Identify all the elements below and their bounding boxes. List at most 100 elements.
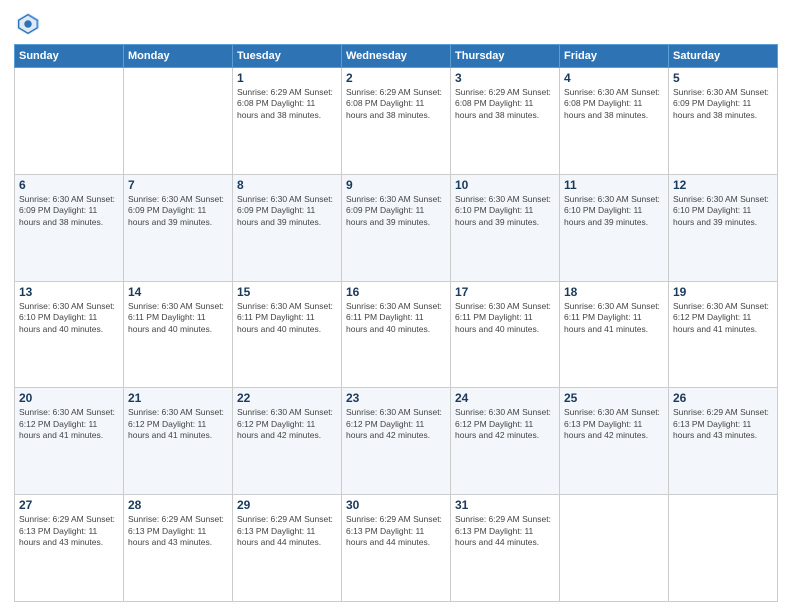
day-number: 18 bbox=[564, 285, 664, 299]
calendar: SundayMondayTuesdayWednesdayThursdayFrid… bbox=[14, 44, 778, 602]
calendar-cell: 18Sunrise: 6:30 AM Sunset: 6:11 PM Dayli… bbox=[560, 281, 669, 388]
day-detail: Sunrise: 6:30 AM Sunset: 6:10 PM Dayligh… bbox=[19, 301, 119, 335]
calendar-cell: 1 Sunrise: 6:29 AM Sunset: 6:08 PM Daylig… bbox=[233, 68, 342, 175]
day-detail: Sunrise: 6:30 AM Sunset: 6:12 PM Dayligh… bbox=[237, 407, 337, 441]
calendar-cell: 27 Sunrise: 6:29 AM Sunset: 6:13 PM Dayli… bbox=[15, 495, 124, 602]
day-number: 8 bbox=[237, 178, 337, 192]
calendar-cell: 14 Sunrise: 6:30 AM Sunset: 6:11 PM Dayli… bbox=[124, 281, 233, 388]
day-number: 12 bbox=[673, 178, 773, 192]
calendar-week-row: 6 Sunrise: 6:30 AM Sunset: 6:09 PM Daylig… bbox=[15, 174, 778, 281]
day-detail: Sunrise: 6:30 AM Sunset: 6:09 PM Dayligh… bbox=[237, 194, 337, 228]
day-number: 25 bbox=[564, 391, 664, 405]
calendar-cell: 28 Sunrise: 6:29 AM Sunset: 6:13 PM Dayli… bbox=[124, 495, 233, 602]
logo bbox=[14, 10, 46, 38]
day-number: 20 bbox=[19, 391, 119, 405]
day-detail: Sunrise: 6:30 AM Sunset: 6:10 PM Dayligh… bbox=[564, 194, 664, 228]
calendar-cell: 19Sunrise: 6:30 AM Sunset: 6:12 PM Dayli… bbox=[669, 281, 778, 388]
day-number: 31 bbox=[455, 498, 555, 512]
day-detail: Sunrise: 6:30 AM Sunset: 6:11 PM Dayligh… bbox=[346, 301, 446, 335]
calendar-cell: 24 Sunrise: 6:30 AM Sunset: 6:12 PM Dayli… bbox=[451, 388, 560, 495]
day-number: 23 bbox=[346, 391, 446, 405]
header bbox=[14, 10, 778, 38]
calendar-cell: 12 Sunrise: 6:30 AM Sunset: 6:10 PM Dayli… bbox=[669, 174, 778, 281]
day-detail: Sunrise: 6:30 AM Sunset: 6:08 PM Dayligh… bbox=[564, 87, 664, 121]
calendar-week-row: 27 Sunrise: 6:29 AM Sunset: 6:13 PM Dayli… bbox=[15, 495, 778, 602]
day-detail: Sunrise: 6:29 AM Sunset: 6:13 PM Dayligh… bbox=[455, 514, 555, 548]
calendar-cell bbox=[560, 495, 669, 602]
day-number: 16 bbox=[346, 285, 446, 299]
weekday-header: Friday bbox=[560, 45, 669, 68]
day-number: 26 bbox=[673, 391, 773, 405]
day-detail: Sunrise: 6:30 AM Sunset: 6:10 PM Dayligh… bbox=[673, 194, 773, 228]
weekday-header: Thursday bbox=[451, 45, 560, 68]
day-number: 27 bbox=[19, 498, 119, 512]
calendar-cell bbox=[669, 495, 778, 602]
day-detail: Sunrise: 6:29 AM Sunset: 6:08 PM Dayligh… bbox=[346, 87, 446, 121]
calendar-cell: 5 Sunrise: 6:30 AM Sunset: 6:09 PM Daylig… bbox=[669, 68, 778, 175]
page: SundayMondayTuesdayWednesdayThursdayFrid… bbox=[0, 0, 792, 612]
day-number: 14 bbox=[128, 285, 228, 299]
calendar-cell: 31 Sunrise: 6:29 AM Sunset: 6:13 PM Dayli… bbox=[451, 495, 560, 602]
day-detail: Sunrise: 6:30 AM Sunset: 6:09 PM Dayligh… bbox=[19, 194, 119, 228]
day-detail: Sunrise: 6:30 AM Sunset: 6:09 PM Dayligh… bbox=[673, 87, 773, 121]
day-number: 22 bbox=[237, 391, 337, 405]
day-number: 1 bbox=[237, 71, 337, 85]
day-detail: Sunrise: 6:29 AM Sunset: 6:13 PM Dayligh… bbox=[19, 514, 119, 548]
calendar-cell: 25 Sunrise: 6:30 AM Sunset: 6:13 PM Dayli… bbox=[560, 388, 669, 495]
day-number: 4 bbox=[564, 71, 664, 85]
calendar-cell: 15 Sunrise: 6:30 AM Sunset: 6:11 PM Dayli… bbox=[233, 281, 342, 388]
day-number: 17 bbox=[455, 285, 555, 299]
calendar-cell: 4 Sunrise: 6:30 AM Sunset: 6:08 PM Daylig… bbox=[560, 68, 669, 175]
calendar-cell: 13Sunrise: 6:30 AM Sunset: 6:10 PM Dayli… bbox=[15, 281, 124, 388]
day-number: 28 bbox=[128, 498, 228, 512]
calendar-week-row: 13Sunrise: 6:30 AM Sunset: 6:10 PM Dayli… bbox=[15, 281, 778, 388]
day-detail: Sunrise: 6:30 AM Sunset: 6:11 PM Dayligh… bbox=[128, 301, 228, 335]
day-detail: Sunrise: 6:29 AM Sunset: 6:08 PM Dayligh… bbox=[237, 87, 337, 121]
calendar-cell bbox=[124, 68, 233, 175]
day-detail: Sunrise: 6:29 AM Sunset: 6:08 PM Dayligh… bbox=[455, 87, 555, 121]
calendar-cell: 17 Sunrise: 6:30 AM Sunset: 6:11 PM Dayli… bbox=[451, 281, 560, 388]
day-detail: Sunrise: 6:30 AM Sunset: 6:13 PM Dayligh… bbox=[564, 407, 664, 441]
calendar-cell: 2 Sunrise: 6:29 AM Sunset: 6:08 PM Daylig… bbox=[342, 68, 451, 175]
calendar-cell: 21Sunrise: 6:30 AM Sunset: 6:12 PM Dayli… bbox=[124, 388, 233, 495]
day-number: 24 bbox=[455, 391, 555, 405]
weekday-header: Wednesday bbox=[342, 45, 451, 68]
day-number: 15 bbox=[237, 285, 337, 299]
day-detail: Sunrise: 6:30 AM Sunset: 6:09 PM Dayligh… bbox=[346, 194, 446, 228]
calendar-cell: 9 Sunrise: 6:30 AM Sunset: 6:09 PM Daylig… bbox=[342, 174, 451, 281]
calendar-cell: 6 Sunrise: 6:30 AM Sunset: 6:09 PM Daylig… bbox=[15, 174, 124, 281]
day-number: 5 bbox=[673, 71, 773, 85]
calendar-cell: 11 Sunrise: 6:30 AM Sunset: 6:10 PM Dayli… bbox=[560, 174, 669, 281]
day-number: 30 bbox=[346, 498, 446, 512]
day-number: 11 bbox=[564, 178, 664, 192]
calendar-cell: 10 Sunrise: 6:30 AM Sunset: 6:10 PM Dayli… bbox=[451, 174, 560, 281]
day-number: 9 bbox=[346, 178, 446, 192]
calendar-cell bbox=[15, 68, 124, 175]
weekday-header-row: SundayMondayTuesdayWednesdayThursdayFrid… bbox=[15, 45, 778, 68]
day-detail: Sunrise: 6:29 AM Sunset: 6:13 PM Dayligh… bbox=[128, 514, 228, 548]
day-detail: Sunrise: 6:30 AM Sunset: 6:10 PM Dayligh… bbox=[455, 194, 555, 228]
calendar-cell: 7 Sunrise: 6:30 AM Sunset: 6:09 PM Daylig… bbox=[124, 174, 233, 281]
calendar-cell: 20Sunrise: 6:30 AM Sunset: 6:12 PM Dayli… bbox=[15, 388, 124, 495]
calendar-cell: 16 Sunrise: 6:30 AM Sunset: 6:11 PM Dayli… bbox=[342, 281, 451, 388]
day-detail: Sunrise: 6:30 AM Sunset: 6:11 PM Dayligh… bbox=[455, 301, 555, 335]
day-detail: Sunrise: 6:30 AM Sunset: 6:11 PM Dayligh… bbox=[237, 301, 337, 335]
calendar-cell: 8 Sunrise: 6:30 AM Sunset: 6:09 PM Daylig… bbox=[233, 174, 342, 281]
calendar-week-row: 20 Sunrise: 6:30 AM Sunset: 6:12 PM Dayli… bbox=[15, 388, 778, 495]
day-detail: Sunrise: 6:30 AM Sunset: 6:09 PM Dayligh… bbox=[128, 194, 228, 228]
day-detail: Sunrise: 6:30 AM Sunset: 6:12 PM Dayligh… bbox=[455, 407, 555, 441]
day-detail: Sunrise: 6:30 AM Sunset: 6:12 PM Dayligh… bbox=[346, 407, 446, 441]
calendar-cell: 23 Sunrise: 6:30 AM Sunset: 6:12 PM Dayli… bbox=[342, 388, 451, 495]
day-number: 2 bbox=[346, 71, 446, 85]
day-number: 6 bbox=[19, 178, 119, 192]
weekday-header: Sunday bbox=[15, 45, 124, 68]
weekday-header: Saturday bbox=[669, 45, 778, 68]
day-number: 7 bbox=[128, 178, 228, 192]
calendar-week-row: 1 Sunrise: 6:29 AM Sunset: 6:08 PM Daylig… bbox=[15, 68, 778, 175]
logo-icon bbox=[14, 10, 42, 38]
day-number: 10 bbox=[455, 178, 555, 192]
calendar-cell: 3Sunrise: 6:29 AM Sunset: 6:08 PM Daylig… bbox=[451, 68, 560, 175]
calendar-cell: 26Sunrise: 6:29 AM Sunset: 6:13 PM Dayli… bbox=[669, 388, 778, 495]
calendar-cell: 29Sunrise: 6:29 AM Sunset: 6:13 PM Dayli… bbox=[233, 495, 342, 602]
weekday-header: Monday bbox=[124, 45, 233, 68]
